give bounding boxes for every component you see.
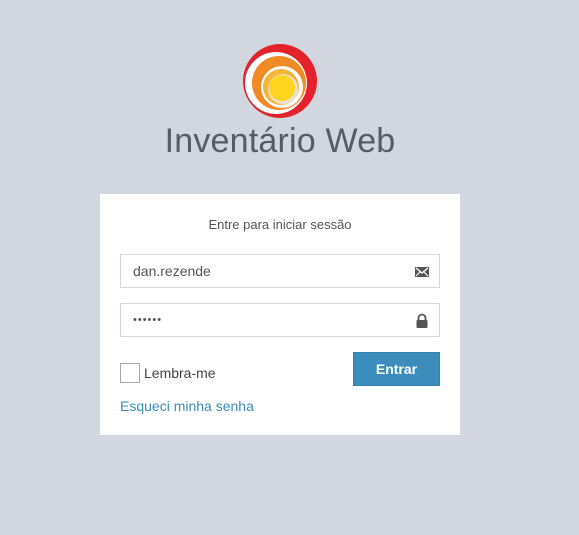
forgot-password-link[interactable]: Esqueci minha senha xyxy=(120,398,254,414)
sign-in-button[interactable]: Entrar xyxy=(353,352,440,386)
login-box: Entre para iniciar sessão dan.rezende ••… xyxy=(100,194,460,435)
password-field[interactable] xyxy=(120,303,440,337)
username-field[interactable] xyxy=(120,254,440,288)
sun-swirl-logo xyxy=(240,41,320,121)
remember-me[interactable]: Lembra-me xyxy=(120,363,216,383)
brand-title: Inventário Web xyxy=(164,122,396,160)
remember-me-checkbox[interactable] xyxy=(120,363,140,383)
username-input[interactable] xyxy=(121,255,406,287)
login-page: Inventário Web Entre para iniciar sessão xyxy=(0,0,579,535)
login-box-message: Entre para iniciar sessão xyxy=(208,217,352,232)
lock-icon xyxy=(414,313,430,329)
password-input[interactable] xyxy=(121,304,406,336)
envelope-icon xyxy=(414,264,430,280)
remember-me-label[interactable]: Lembra-me xyxy=(144,365,216,381)
